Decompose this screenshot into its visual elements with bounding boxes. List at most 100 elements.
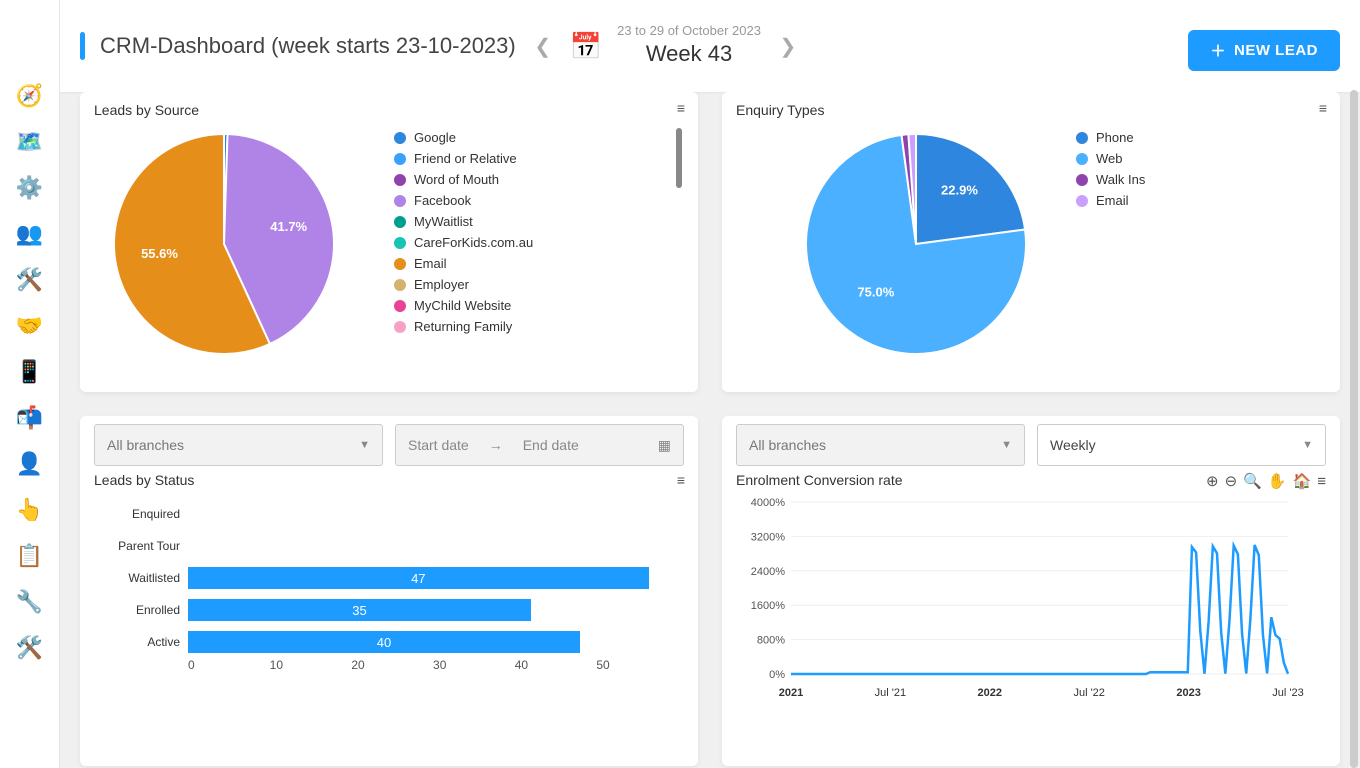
- legend-enquiry-types: Phone Web Walk Ins Email: [1076, 124, 1145, 208]
- nav-usergear-icon[interactable]: 👤: [14, 448, 46, 480]
- bar-category-label: Enquired: [100, 507, 180, 521]
- header-accent: [80, 32, 85, 60]
- card-title: Enquiry Types: [736, 102, 1326, 118]
- legend-label: Email: [414, 256, 447, 271]
- legend-dot: [1076, 132, 1088, 144]
- legend-dot: [1076, 174, 1088, 186]
- page-title: CRM-Dashboard (week starts 23-10-2023): [100, 33, 516, 59]
- svg-text:75.0%: 75.0%: [857, 284, 894, 299]
- week-number: Week 43: [646, 40, 732, 69]
- legend-label: Google: [414, 130, 456, 145]
- page-scrollbar[interactable]: [1350, 90, 1358, 768]
- nav-dashboard-icon[interactable]: 🧭: [14, 80, 46, 112]
- header: CRM-Dashboard (week starts 23-10-2023) ❮…: [60, 0, 1360, 92]
- svg-text:Jul '22: Jul '22: [1073, 687, 1104, 699]
- legend-item[interactable]: Friend or Relative: [394, 151, 533, 166]
- legend-dot: [394, 258, 406, 270]
- legend-dot: [394, 237, 406, 249]
- date-range-picker[interactable]: Start date → End date ▦: [395, 424, 684, 466]
- bar-row: Active 40: [100, 626, 678, 658]
- legend-item[interactable]: Web: [1076, 151, 1145, 166]
- nav-settings-icon[interactable]: ⚙️: [14, 172, 46, 204]
- svg-text:0%: 0%: [769, 669, 785, 681]
- bar-row: Enrolled 35: [100, 594, 678, 626]
- nav-clipboard-icon[interactable]: 📋: [14, 540, 46, 572]
- legend-label: Phone: [1096, 130, 1134, 145]
- week-block: 23 to 29 of October 2023 Week 43: [617, 23, 761, 68]
- bar-category-label: Enrolled: [100, 603, 180, 617]
- zoom-out-icon[interactable]: ⊖: [1225, 472, 1238, 490]
- pan-icon[interactable]: ✋: [1268, 472, 1287, 490]
- bar-category-label: Active: [100, 635, 180, 649]
- svg-text:55.6%: 55.6%: [141, 246, 178, 261]
- chart-toolbar: ⊕ ⊖ 🔍 ✋ 🏠 ≡: [1206, 472, 1326, 490]
- card-menu-icon[interactable]: ≡: [677, 472, 684, 488]
- legend-label: Employer: [414, 277, 469, 292]
- nav-people-icon[interactable]: 👥: [14, 218, 46, 250]
- bar-row: Enquired: [100, 498, 678, 530]
- nav-handshake-icon[interactable]: 🤝: [14, 310, 46, 342]
- legend-dot: [394, 132, 406, 144]
- legend-dot: [394, 279, 406, 291]
- legend-label: MyChild Website: [414, 298, 511, 313]
- legend-item[interactable]: Facebook: [394, 193, 533, 208]
- card-leads-by-source: Leads by Source ≡ 41.7%55.6% GoogleFrien…: [80, 92, 698, 392]
- period-select[interactable]: Weekly ▼: [1037, 424, 1326, 466]
- zoom-select-icon[interactable]: 🔍: [1243, 472, 1262, 490]
- legend-label: CareForKids.com.au: [414, 235, 533, 250]
- legend-dot: [394, 153, 406, 165]
- calendar-icon[interactable]: 📅: [570, 31, 602, 62]
- nav-mailbox-icon[interactable]: 📬: [14, 402, 46, 434]
- legend-item[interactable]: Phone: [1076, 130, 1145, 145]
- svg-text:4000%: 4000%: [751, 497, 785, 509]
- nav-wrenchcross-icon[interactable]: 🛠️: [14, 632, 46, 664]
- bar-row: Waitlisted47: [100, 562, 678, 594]
- legend-item[interactable]: Word of Mouth: [394, 172, 533, 187]
- svg-text:1600%: 1600%: [751, 600, 785, 612]
- legend-item[interactable]: Employer: [394, 277, 533, 292]
- pie-enquiry-types: 22.9% 75.0%: [736, 124, 1066, 364]
- legend-label: Walk Ins: [1096, 172, 1145, 187]
- card-title: Leads by Source: [94, 102, 684, 118]
- bar-fill: 35: [188, 599, 531, 621]
- prev-week-button[interactable]: ❮: [531, 34, 555, 58]
- svg-text:Jul '23: Jul '23: [1272, 687, 1303, 699]
- card-menu-icon[interactable]: ≡: [1319, 100, 1326, 116]
- nav-config-icon[interactable]: 🛠️: [14, 264, 46, 296]
- svg-text:Jul '21: Jul '21: [875, 687, 906, 699]
- home-icon[interactable]: 🏠: [1293, 472, 1312, 490]
- legend-label: Web: [1096, 151, 1123, 166]
- branch-select[interactable]: All branches ▼: [736, 424, 1025, 466]
- legend-item[interactable]: CareForKids.com.au: [394, 235, 533, 250]
- nav-map-icon[interactable]: 🗺️: [14, 126, 46, 158]
- zoom-in-icon[interactable]: ⊕: [1206, 472, 1219, 490]
- legend-scrollbar[interactable]: [676, 128, 682, 188]
- legend-item[interactable]: Email: [394, 256, 533, 271]
- legend-item[interactable]: Walk Ins: [1076, 172, 1145, 187]
- legend-item[interactable]: Email: [1076, 193, 1145, 208]
- legend-item[interactable]: MyWaitlist: [394, 214, 533, 229]
- toolbar-menu-icon[interactable]: ≡: [1317, 473, 1326, 490]
- svg-text:2022: 2022: [978, 687, 1002, 699]
- line-enrolment-rate: 0%800%1600%2400%3200%4000%2021Jul '21202…: [736, 494, 1306, 724]
- legend-label: MyWaitlist: [414, 214, 473, 229]
- legend-item[interactable]: MyChild Website: [394, 298, 533, 313]
- bar-category-label: Waitlisted: [100, 571, 180, 585]
- legend-label: Friend or Relative: [414, 151, 517, 166]
- nav-phone-icon[interactable]: 📱: [14, 356, 46, 388]
- card-enquiry-types: Enquiry Types ≡ 22.9% 75.0% Phone Web Walk …: [722, 92, 1340, 392]
- legend-label: Word of Mouth: [414, 172, 499, 187]
- legend-item[interactable]: Google: [394, 130, 533, 145]
- chevron-down-icon: ▼: [359, 439, 370, 451]
- branch-select[interactable]: All branches ▼: [94, 424, 383, 466]
- new-lead-button[interactable]: ＋ NEW LEAD: [1188, 30, 1340, 71]
- card-menu-icon[interactable]: ≡: [677, 100, 684, 116]
- legend-dot: [394, 195, 406, 207]
- legend-item[interactable]: Returning Family: [394, 319, 533, 334]
- svg-text:22.9%: 22.9%: [941, 182, 978, 197]
- nav-wrench-icon[interactable]: 🔧: [14, 586, 46, 618]
- next-week-button[interactable]: ❯: [776, 34, 800, 58]
- arrow-right-icon: →: [489, 437, 503, 453]
- bar-fill: 40: [188, 631, 580, 653]
- nav-hand-icon[interactable]: 👆: [14, 494, 46, 526]
